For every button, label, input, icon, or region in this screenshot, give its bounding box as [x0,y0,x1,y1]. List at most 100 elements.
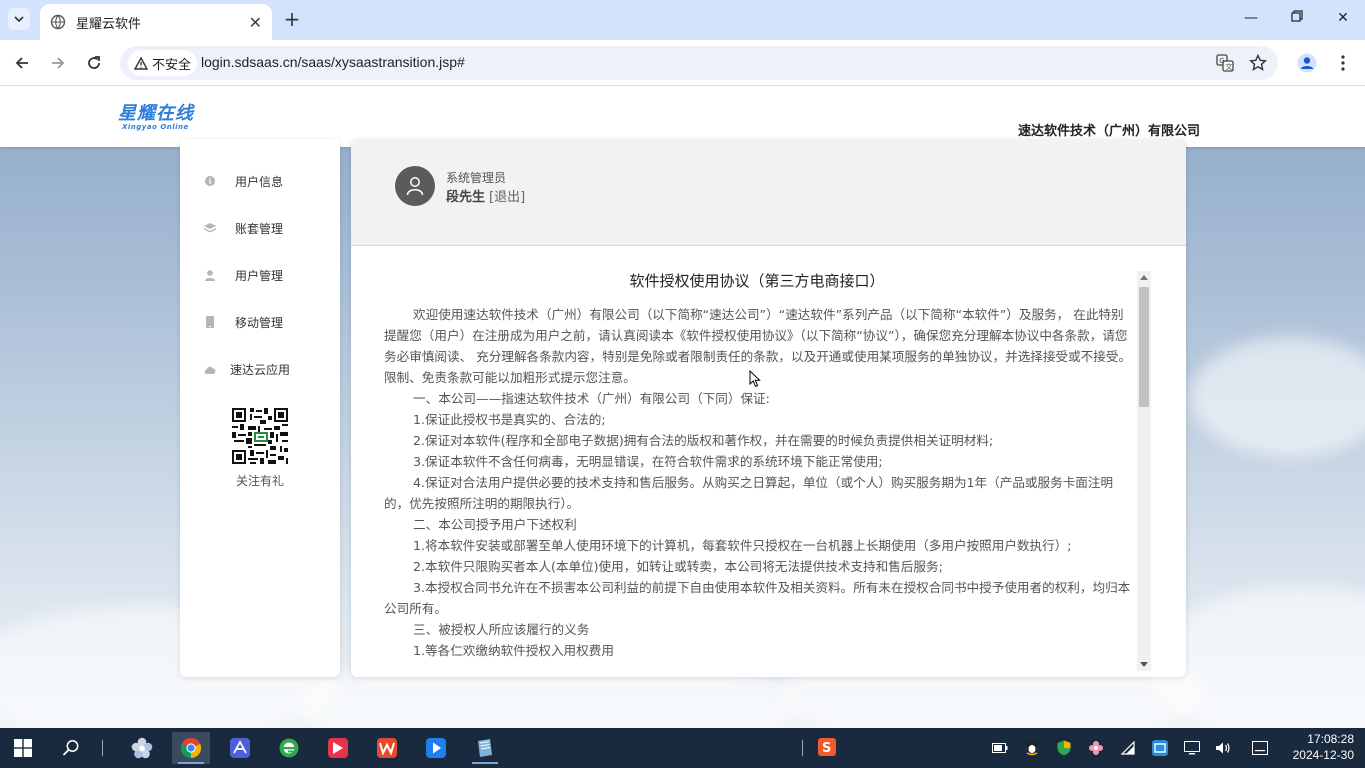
svg-text:文: 文 [1226,62,1233,71]
sidebar-item-user-management[interactable]: 用户管理 [180,263,340,287]
restore-button[interactable] [1287,10,1307,26]
wechat-qr-code [230,406,290,466]
mouse-cursor-icon [749,370,761,388]
agreement-text[interactable]: 欢迎使用速达软件技术（广州）有限公司（以下简称“速达公司”）“速达软件”系列产品… [384,304,1134,666]
layers-icon [204,222,216,234]
sidebar-item-mobile-management[interactable]: 移动管理 [180,310,340,334]
active-indicator [472,762,498,764]
taskbar-app-petal[interactable] [123,732,161,764]
sidebar-item-label: 用户管理 [235,268,284,283]
new-tab-button[interactable]: + [282,9,302,29]
taskbar-app-player[interactable] [417,732,455,764]
taskbar-app-red[interactable] [319,732,357,764]
clock-time: 17:08:28 [1307,732,1354,746]
search-icon [62,740,79,756]
browser-toolbar: 不安全 login.sdsaas.cn/saas/xysaastransitio… [0,40,1365,86]
globe-icon [50,14,66,30]
sidebar-item-label: 用户信息 [235,174,284,189]
agreement-section: 软件授权使用协议（第三方电商接口） 欢迎使用速达软件技术（广州）有限公司（以下简… [351,247,1186,677]
svg-text:G: G [1219,57,1224,65]
background-cloud [1190,337,1365,457]
security-shield-icon[interactable] [1056,740,1072,756]
agreement-paragraph: 1.等各仁欢缴纳软件授权入用权费用 [413,643,614,658]
taskbar-app-tool[interactable] [221,732,259,764]
translate-icon[interactable]: G文 [1215,54,1235,72]
blue-app-tray-icon[interactable] [1152,740,1168,756]
sidebar-item-cloud-apps[interactable]: 速达云应用 [180,357,340,381]
taskbar-divider [102,740,103,756]
taskbar-app-browser[interactable] [270,732,308,764]
agreement-title: 软件授权使用协议（第三方电商接口） [629,272,885,290]
address-bar[interactable]: 不安全 login.sdsaas.cn/saas/xysaastransitio… [120,46,1278,80]
input-method-icon[interactable] [1252,740,1268,756]
profile-button[interactable] [1296,52,1318,74]
sidebar-item-account-sets[interactable]: 账套管理 [180,216,340,240]
reload-button[interactable] [84,53,104,73]
site-header: 星耀在线 Xingyao Online 速达软件技术（广州）有限公司 [0,87,1365,147]
company-name: 速达软件技术（广州）有限公司 [1018,124,1201,139]
agreement-paragraph: 1.保证此授权书是真实的、合法的; [413,412,606,427]
security-indicator[interactable]: 不安全 [128,50,198,76]
agreement-paragraph: 2.本软件只限购买者本人(本单位)使用，如转让或转卖，本公司将无法提供技术支持和… [413,559,943,574]
user-name-line: 段先生 [退出] [446,186,525,205]
qr-caption: 关注有礼 [235,474,284,488]
flower-tray-icon[interactable] [1088,740,1104,756]
scrollbar-thumb[interactable] [1139,287,1149,407]
close-window-button[interactable]: ✕ [1333,10,1353,26]
browser-tab[interactable]: 星耀云软件 ✕ [40,4,272,40]
logo-subtext: Xingyao Online [122,123,189,131]
red-app-icon [328,738,348,758]
tool-app-icon [230,738,250,758]
taskbar-app-chrome[interactable] [172,732,210,764]
sidebar-item-label: 账套管理 [235,221,284,236]
bookmark-star-icon[interactable] [1248,54,1268,72]
agreement-paragraph: 2.保证对本软件(程序和全部电子数据)拥有合法的版权和著作权，并在需要的时候负责… [413,433,994,448]
chrome-icon [180,737,202,759]
user-avatar-icon [406,177,424,196]
sidebar-item-user-info[interactable]: 用户信息 [180,169,340,193]
user-icon [204,269,216,281]
logout-link[interactable]: [退出] [489,190,525,205]
security-label: 不安全 [152,57,192,73]
battery-icon[interactable] [992,740,1008,756]
agreement-paragraph: 1.将本软件安装或部署至单人使用环境下的计算机，每套软件只授权在一台机器上长期使… [413,538,1072,553]
volume-icon[interactable] [1215,740,1231,756]
browser-menu-button[interactable] [1332,52,1354,74]
avatar [395,166,435,206]
network-icon[interactable] [1120,740,1136,756]
agreement-scrollbar[interactable] [1137,271,1151,671]
sidebar-item-label: 移动管理 [235,315,284,330]
minimize-button[interactable]: — [1241,10,1261,26]
tab-search-button[interactable] [8,8,30,30]
sogou-ime-icon[interactable]: S [818,738,836,756]
agreement-paragraph: 4.保证对合法用户提供必要的技术支持和售后服务。从购买之日算起，单位（或个人）购… [384,475,1114,511]
player-icon [426,738,446,758]
display-icon[interactable] [1184,740,1200,756]
back-button[interactable] [12,53,32,73]
cloud-icon [204,363,216,375]
agreement-paragraph: 3.保证本软件不含任何病毒，无明显错误，在符合软件需求的系统环境下能正常使用; [413,454,883,469]
system-clock[interactable]: 17:08:28 2024-12-30 [1282,731,1354,763]
agreement-paragraph: 3.本授权合同书允许在不损害本公司利益的前提下自由使用本软件及相关资料。所有未在… [384,580,1131,616]
clock-date: 2024-12-30 [1292,748,1354,762]
info-icon [204,175,216,187]
qq-icon[interactable] [1024,740,1040,756]
start-button[interactable] [4,732,42,764]
forward-button[interactable] [48,53,68,73]
more-vertical-icon [1341,55,1345,71]
site-logo[interactable]: 星耀在线 Xingyao Online [118,99,194,131]
user-role: 系统管理员 [446,171,507,185]
flower-app-icon [131,737,153,759]
taskbar: S 17:08:28 2024-12-30 [0,728,1365,768]
scroll-up-arrow-icon[interactable] [1140,275,1148,280]
url-text: login.sdsaas.cn/saas/xysaastransition.js… [201,54,465,70]
chevron-down-icon [14,16,24,23]
active-indicator [178,762,204,764]
close-tab-icon[interactable]: ✕ [249,13,262,32]
taskbar-app-notes[interactable] [466,732,504,764]
scroll-down-arrow-icon[interactable] [1140,662,1148,667]
warning-icon [134,56,148,70]
tab-title: 星耀云软件 [76,16,142,32]
taskbar-search-button[interactable] [52,732,90,764]
taskbar-app-wps[interactable] [368,732,406,764]
